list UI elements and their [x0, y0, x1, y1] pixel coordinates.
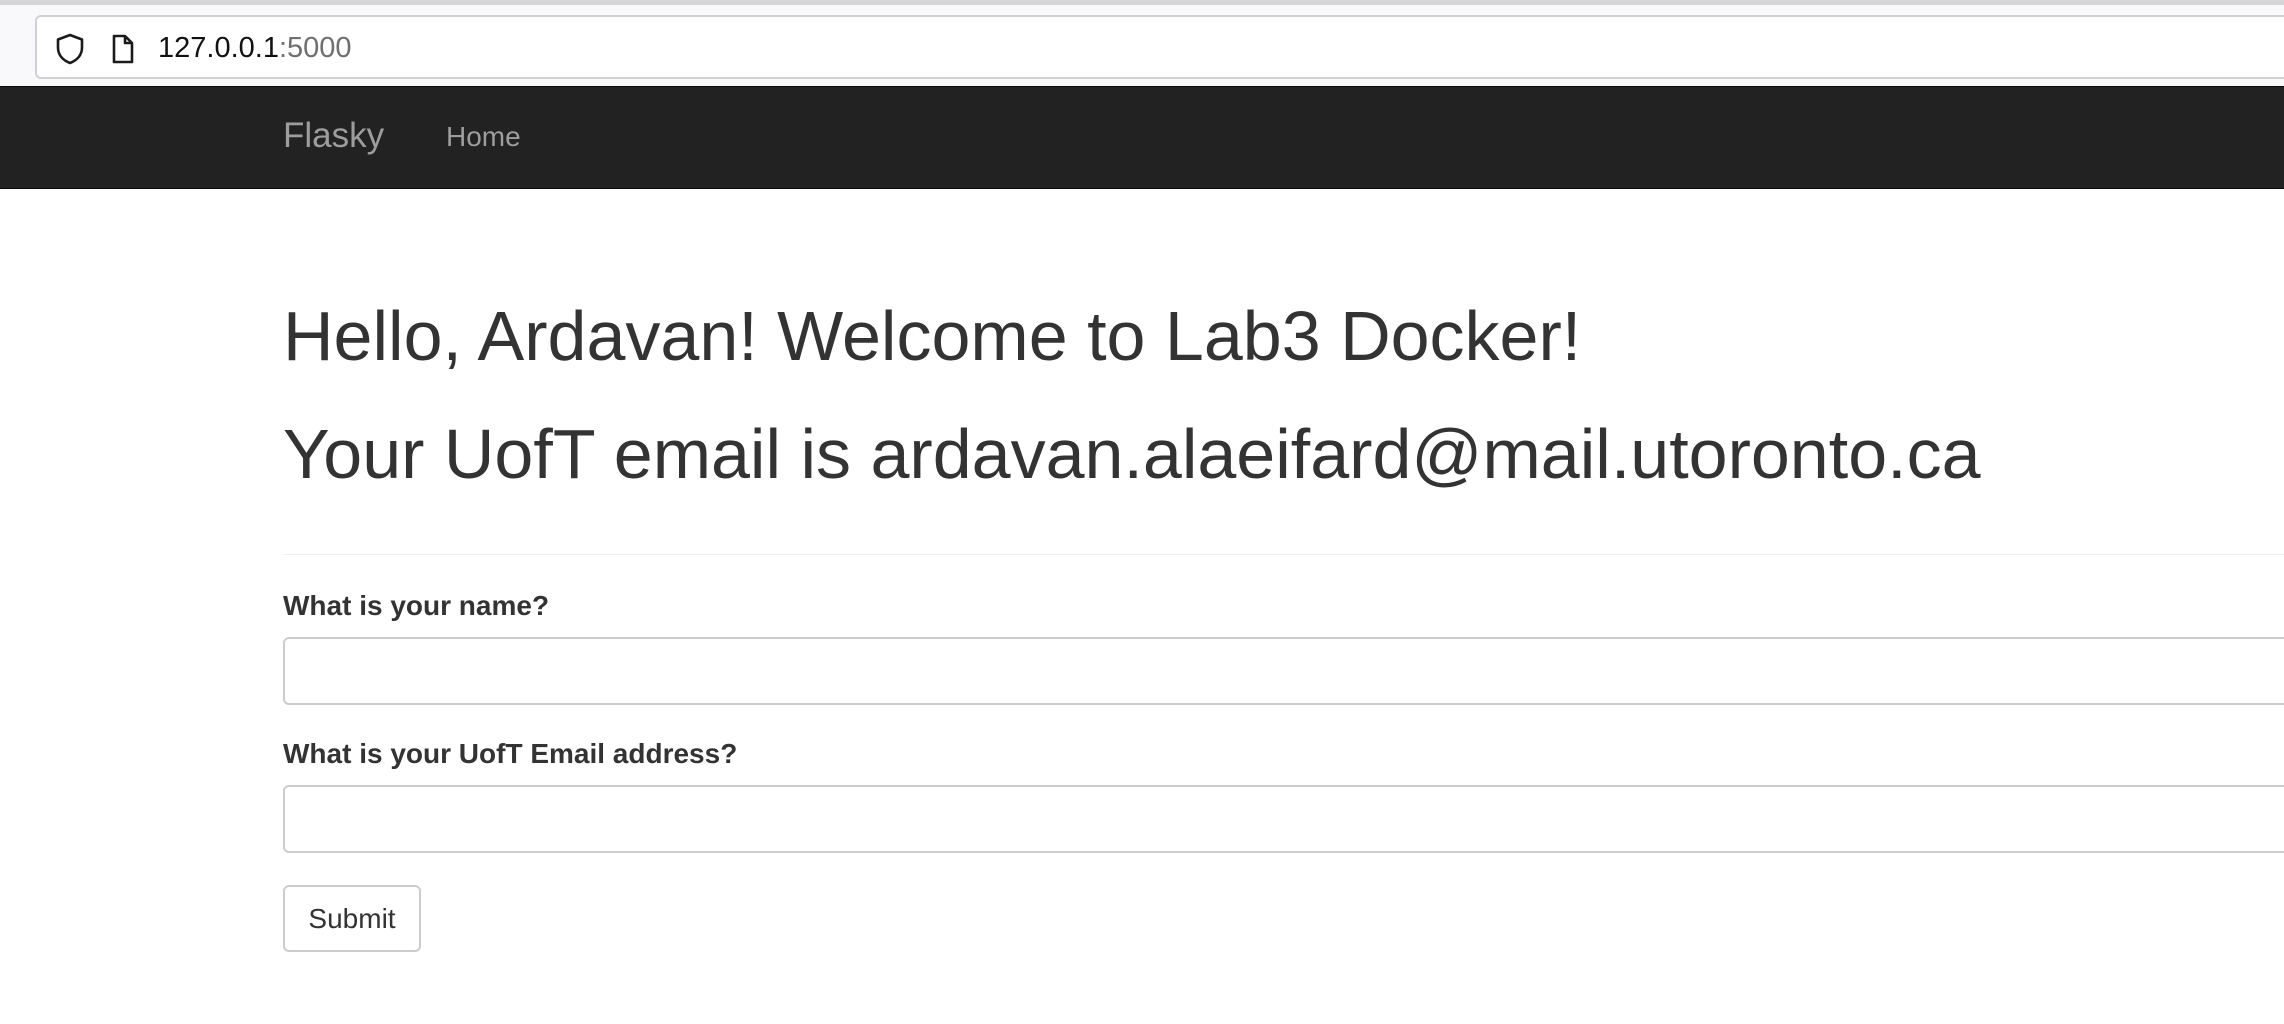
url-host: 127.0.0.1 — [158, 32, 279, 64]
email-heading: Your UofT email is ardavan.alaeifard@mai… — [283, 415, 1981, 493]
email-input[interactable] — [283, 785, 2284, 853]
name-label: What is your name? — [283, 590, 550, 621]
name-input[interactable] — [283, 637, 2284, 705]
page-icon[interactable] — [105, 32, 139, 66]
submit-button[interactable]: Submit — [283, 885, 421, 952]
divider — [283, 554, 2284, 555]
nav-link-home[interactable]: Home — [446, 117, 521, 157]
navbar-brand[interactable]: Flasky — [283, 112, 384, 160]
address-bar[interactable]: 127.0.0.1:5000 — [35, 15, 2284, 79]
greeting-heading: Hello, Ardavan! Welcome to Lab3 Docker! — [283, 297, 1582, 375]
email-label: What is your UofT Email address? — [283, 738, 738, 769]
url-text[interactable]: 127.0.0.1:5000 — [158, 30, 352, 66]
shield-icon[interactable] — [53, 32, 87, 66]
navbar: Flasky Home — [0, 86, 2284, 189]
url-port: :5000 — [278, 32, 352, 64]
browser-toolbar: 127.0.0.1:5000 — [0, 0, 2284, 86]
